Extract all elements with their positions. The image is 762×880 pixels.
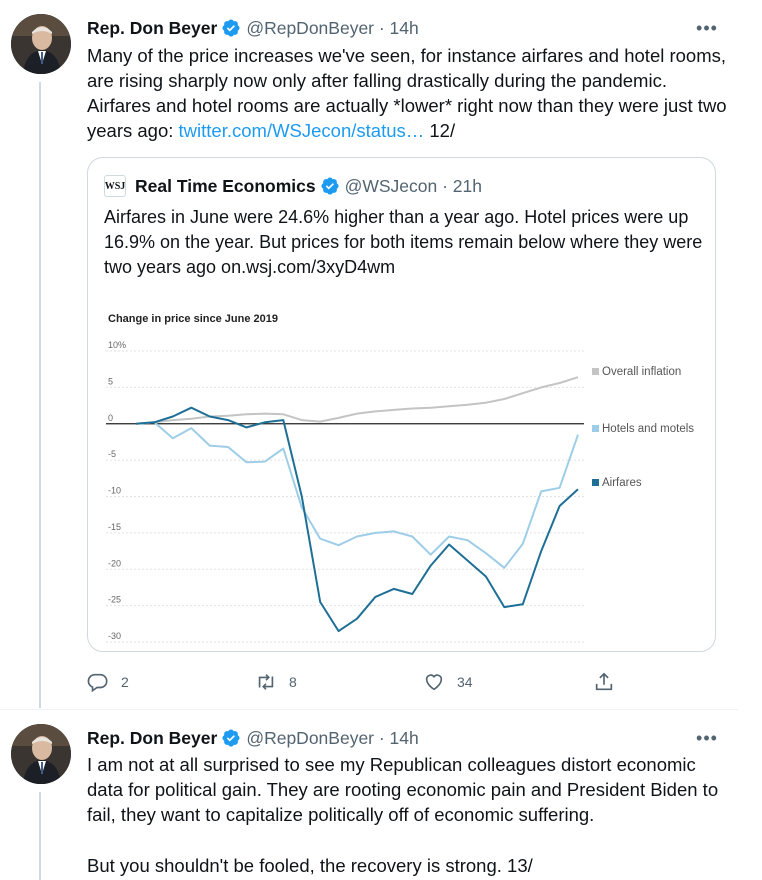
like-button[interactable]: 34 [423, 670, 473, 694]
quoted-tweet[interactable]: WSJ Real Time Economics @WSJecon · 21h A… [87, 157, 716, 652]
author-name[interactable]: Rep. Don Beyer [87, 728, 217, 749]
retweet-button[interactable]: 8 [255, 670, 297, 694]
tweet-text: Many of the price increases we've seen, … [87, 45, 727, 141]
series-line-hotels-and-motels [135, 421, 579, 569]
y-tick-label: 0 [108, 413, 113, 423]
like-icon [425, 674, 443, 691]
tweet-actions: 2 8 34 [87, 670, 627, 694]
retweet-count: 8 [289, 674, 297, 690]
legend-label: Airfares [602, 477, 642, 489]
y-tick-label: -25 [108, 595, 121, 605]
author-handle-time[interactable]: @RepDonBeyer · 14h [246, 728, 418, 749]
chart-title: Change in price since June 2019 [108, 313, 278, 325]
avatar[interactable] [11, 14, 71, 74]
reply-button[interactable]: 2 [87, 670, 129, 694]
author-name[interactable]: Rep. Don Beyer [87, 18, 217, 39]
retweet-icon [258, 674, 274, 690]
quoted-tweet-text: Airfares in June were 24.6% higher than … [104, 207, 703, 277]
verified-badge-icon [222, 729, 240, 747]
y-tick-label: -5 [108, 449, 116, 459]
tweet-text-2: But you shouldn't be fooled, the recover… [87, 855, 533, 876]
legend-swatch [592, 425, 599, 432]
legend-swatch [592, 479, 599, 486]
author-handle-time[interactable]: @RepDonBeyer · 14h [246, 18, 418, 39]
verified-badge-icon [222, 19, 240, 37]
share-icon [595, 672, 613, 691]
series-line-overall-inflation [135, 376, 579, 425]
y-tick-label: -20 [108, 558, 121, 568]
y-tick-label: 10% [108, 340, 126, 350]
avatar[interactable] [11, 724, 71, 784]
y-tick-label: -10 [108, 486, 121, 496]
tweet-link[interactable]: twitter.com/WSJecon/status… [179, 120, 425, 141]
share-button[interactable] [593, 670, 627, 694]
reply-count: 2 [121, 674, 129, 690]
tweet[interactable]: Rep. Don Beyer @RepDonBeyer · 14h ••• Ma… [0, 0, 738, 709]
tweet[interactable]: Rep. Don Beyer @RepDonBeyer · 14h ••• I … [0, 710, 738, 880]
legend-label: Overall inflation [602, 366, 681, 378]
verified-badge-icon [321, 177, 339, 195]
more-options-icon[interactable]: ••• [692, 726, 722, 750]
reply-icon [87, 673, 108, 693]
price-change-chart: Change in price since June 2019 10% 5 0 -5 -… [106, 313, 694, 643]
like-count: 34 [457, 674, 473, 690]
more-options-icon[interactable]: ••• [692, 16, 722, 40]
legend-swatch [592, 368, 599, 375]
wsj-logo: WSJ [104, 175, 126, 197]
legend-label: Hotels and motels [602, 423, 694, 435]
quoted-author-handle-time: @WSJecon · 21h [344, 175, 482, 196]
y-tick-label: 5 [108, 376, 113, 386]
quoted-author-name: Real Time Economics [135, 175, 316, 196]
series-line-airfares [135, 406, 579, 633]
y-tick-label: -15 [108, 522, 121, 532]
y-tick-label: -30 [108, 631, 121, 641]
tweet-text: I am not at all surprised to see my Repu… [87, 754, 719, 825]
